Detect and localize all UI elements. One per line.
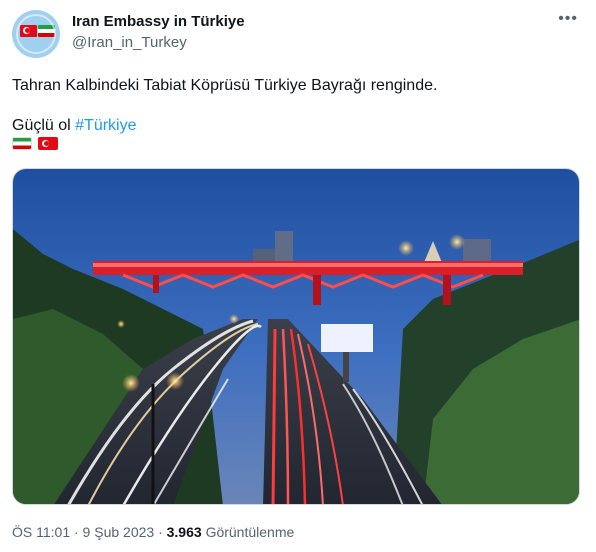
flag-emojis [12,137,58,150]
views-count: 3.963 [166,524,202,540]
tweet-meta: ÖS 11:01 · 9 Şub 2023 · 3.963 Görüntülen… [12,524,294,540]
tweet-datetime[interactable]: ÖS 11:01 · 9 Şub 2023 · [12,524,167,540]
hashtag-link[interactable]: #Türkiye [75,117,136,134]
tweet-text-line2: Güçlü ol #Türkiye [12,116,137,136]
avatar[interactable] [12,10,60,58]
author-handle[interactable]: @Iran_in_Turkey [72,34,187,51]
views-label: Görüntülenme [205,524,295,540]
turkey-flag-icon [38,137,58,150]
avatar-ring [16,14,56,54]
tweet-text: Tahran Kalbindeki Tabiat Köprüsü Türkiye… [12,77,438,94]
bridge-night-photo [13,169,579,504]
iran-flag-icon [12,137,32,150]
more-horizontal-icon[interactable]: ••• [558,10,578,28]
author-name[interactable]: Iran Embassy in Türkiye [72,13,245,30]
tweet-text-prefix: Güçlü ol [12,117,76,134]
tweet-photo[interactable] [12,168,580,505]
